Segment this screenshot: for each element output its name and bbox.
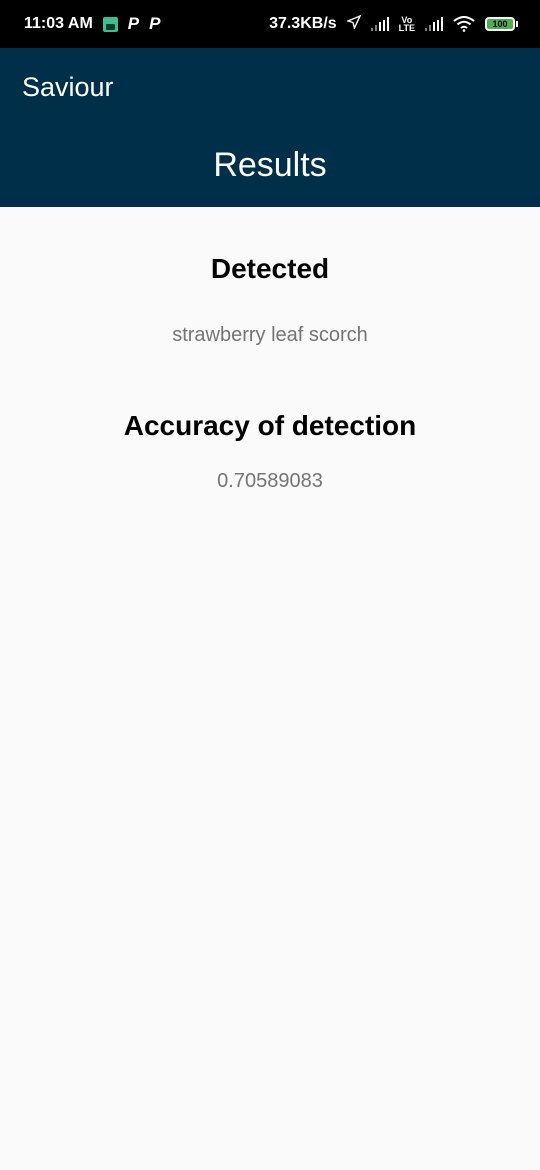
detected-value: strawberry leaf scorch — [172, 324, 368, 346]
signal-icon — [370, 17, 389, 31]
p-app-icon: P — [127, 14, 140, 33]
page-title: Results — [213, 146, 327, 184]
android-app-icon — [102, 16, 118, 32]
battery-level: 100 — [485, 17, 515, 31]
battery-tip — [516, 21, 518, 27]
battery-icon: 100 — [485, 17, 518, 31]
signal-icon — [425, 17, 443, 31]
network-speed: 37.3KB/s — [269, 15, 337, 32]
accuracy-value: 0.70589083 — [217, 470, 323, 492]
accuracy-heading: Accuracy of detection — [123, 410, 417, 441]
p-app-icon: P — [149, 14, 161, 33]
status-bar-left: 11:03 AM P P — [24, 14, 160, 34]
app-bar: Saviour Results — [0, 48, 540, 207]
wifi-icon — [453, 16, 475, 32]
location-arrow-icon — [345, 14, 362, 34]
status-bar-right: 37.3KB/s Vo LTE 100 — [269, 14, 518, 34]
app-title: Saviour — [22, 72, 114, 102]
status-bar: 11:03 AM P P 37.3KB/s Vo LTE 100 — [0, 0, 540, 48]
results-content: Detected strawberry leaf scorch Accuracy… — [0, 253, 540, 493]
status-time: 11:03 AM — [24, 15, 93, 32]
volte-icon: Vo LTE — [398, 15, 415, 33]
detected-heading: Detected — [210, 253, 330, 284]
